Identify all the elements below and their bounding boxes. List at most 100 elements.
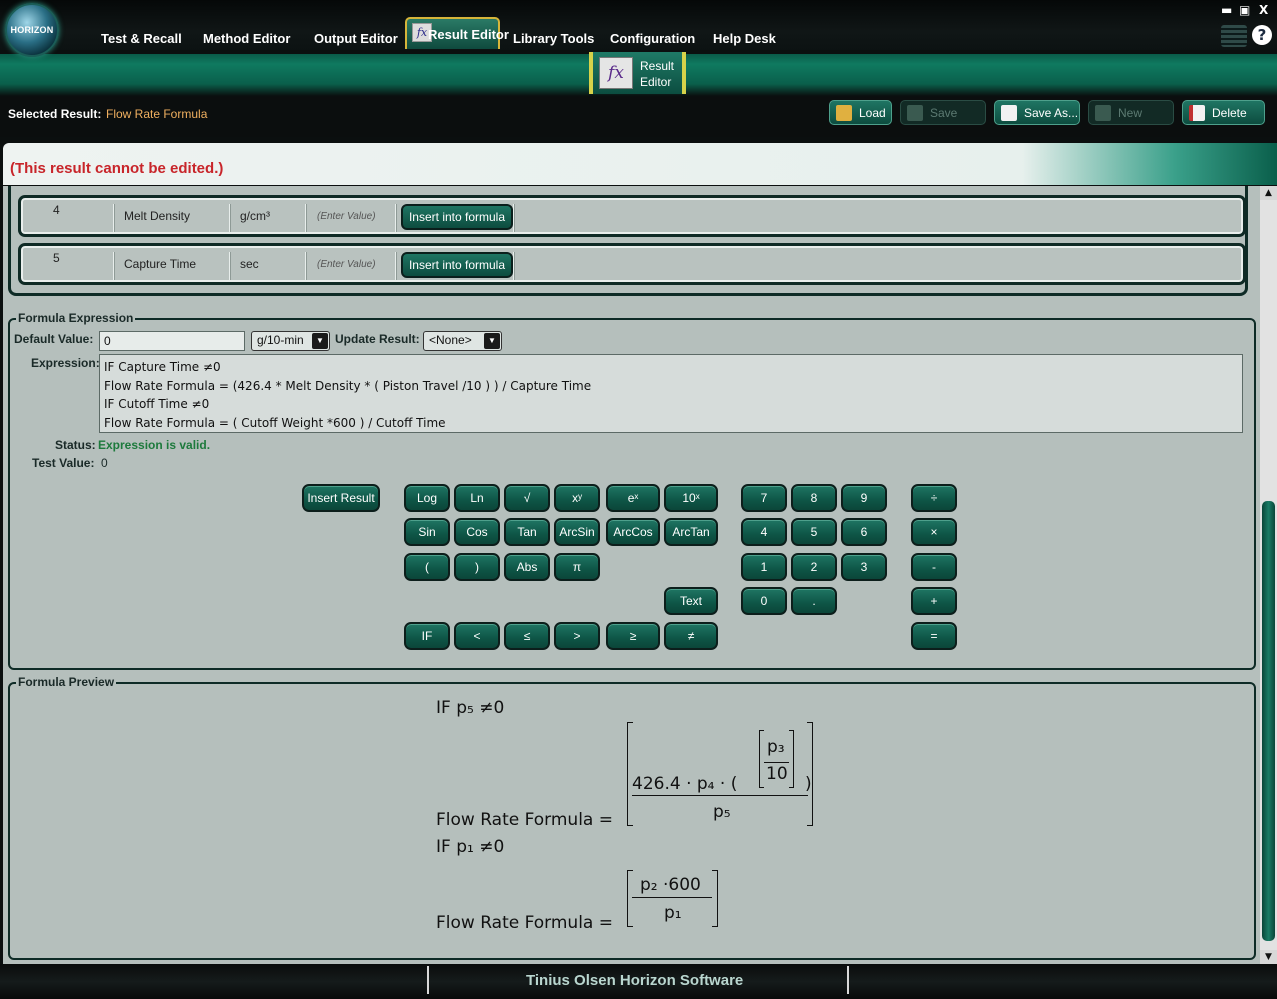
digit-3-button[interactable]: 3 [841,553,887,581]
not-equal-button[interactable]: ≠ [664,622,718,650]
parameter-name: Capture Time [124,257,197,271]
parameter-value-input[interactable]: (Enter Value) [317,198,376,234]
unit-select[interactable]: g/10-min ▼ [251,331,330,351]
greater-than-button[interactable]: > [554,622,600,650]
parameter-unit: sec [240,257,259,271]
arctan-button[interactable]: ArcTan [664,518,718,546]
footer-title: Tinius Olsen Horizon Software [526,972,744,989]
status-value: Expression is valid. [98,438,211,452]
equals-button[interactable]: = [911,622,957,650]
tan-button[interactable]: Tan [504,518,550,546]
insert-into-formula-button[interactable]: Insert into formula [401,204,513,230]
minimize-button[interactable]: ▬ [1221,3,1232,17]
formula-expression-title: Formula Expression [16,311,136,325]
sin-button[interactable]: Sin [404,518,450,546]
preview-numerator-1: 426.4 · p₄ · ( [632,774,738,794]
menu-test-recall[interactable]: Test & Recall [101,31,182,46]
delete-icon [1189,104,1205,121]
formula-preview-group: Formula Preview IF p₅ ≠0 426.4 · p₄ · ( … [8,675,1256,960]
digit-6-button[interactable]: 6 [841,518,887,546]
selected-result-label: Selected Result: [8,107,102,121]
preview-numerator-2: p₂ ·600 [640,875,701,895]
parameter-row-4: 4 Melt Density g/cm³ (Enter Value) Inser… [18,195,1246,237]
save-as-button[interactable]: Save As... [994,100,1080,125]
result-editor-ribbon-button[interactable]: fx Result Editor [589,52,686,94]
preview-inner-denominator: 10 [766,764,788,784]
close-paren-button[interactable]: ) [454,553,500,581]
ten-power-button[interactable]: 10ˣ [664,484,718,512]
expression-label: Expression: [31,356,100,370]
exp-button[interactable]: eˣ [606,484,660,512]
update-result-select[interactable]: <None> ▼ [423,331,502,351]
text-button[interactable]: Text [664,587,718,615]
digit-0-button[interactable]: 0 [741,587,787,615]
preview-close-paren: ) [805,774,812,794]
scroll-down-icon[interactable]: ▼ [1260,950,1277,964]
horizon-logo[interactable]: HORIZON [5,3,59,57]
divide-button[interactable]: ÷ [911,484,957,512]
digit-9-button[interactable]: 9 [841,484,887,512]
read-only-banner: (This result cannot be edited.) [3,143,1277,185]
parameter-index: 4 [53,203,60,217]
less-than-button[interactable]: < [454,622,500,650]
arccos-button[interactable]: ArcCos [606,518,660,546]
help-icon[interactable]: ? [1252,25,1272,45]
decimal-button[interactable]: . [791,587,837,615]
ln-button[interactable]: Ln [454,484,500,512]
pi-button[interactable]: π [554,553,600,581]
selected-result-value: Flow Rate Formula [106,107,208,121]
preview-lhs-2: Flow Rate Formula = [436,913,613,933]
greater-equal-button[interactable]: ≥ [606,622,660,650]
parameters-frame: 4 Melt Density g/cm³ (Enter Value) Inser… [8,186,1248,296]
menu-output-editor[interactable]: Output Editor [314,31,398,46]
default-value-input[interactable]: 0 [99,331,245,351]
formula-preview-title: Formula Preview [16,675,117,689]
insert-result-button[interactable]: Insert Result [302,484,380,512]
multiply-button[interactable]: × [911,518,957,546]
new-icon [1095,104,1111,121]
delete-button[interactable]: Delete [1182,100,1265,125]
parameter-value-input[interactable]: (Enter Value) [317,246,376,282]
restore-button[interactable]: ▣ [1239,3,1250,17]
menu-configuration[interactable]: Configuration [610,31,695,46]
subtract-button[interactable]: - [911,553,957,581]
menu-method-editor[interactable]: Method Editor [203,31,290,46]
new-button[interactable]: New [1088,100,1174,125]
less-equal-button[interactable]: ≤ [504,622,550,650]
expression-textarea[interactable]: IF Capture Time ≠0 Flow Rate Formula = (… [99,354,1243,433]
parameter-row-5: 5 Capture Time sec (Enter Value) Insert … [18,243,1246,285]
scrollbar-thumb[interactable] [1262,501,1275,941]
log-button[interactable]: Log [404,484,450,512]
preview-lhs-1: Flow Rate Formula = [436,810,613,830]
status-label: Status: [55,438,96,452]
digit-1-button[interactable]: 1 [741,553,787,581]
menu-help-desk[interactable]: Help Desk [713,31,776,46]
close-button[interactable]: X [1259,3,1268,17]
digit-7-button[interactable]: 7 [741,484,787,512]
scroll-up-icon[interactable]: ▲ [1260,186,1277,200]
status-bar: Tinius Olsen Horizon Software [0,964,1277,999]
menu-result-editor[interactable]: fx Result Editor [405,17,509,49]
digit-2-button[interactable]: 2 [791,553,837,581]
add-button[interactable]: + [911,587,957,615]
abs-button[interactable]: Abs [504,553,550,581]
keyboard-icon[interactable] [1221,25,1247,47]
title-bar: HORIZON Test & Recall Method Editor Outp… [0,0,1277,57]
selected-result-bar: Selected Result: Flow Rate Formula Load … [0,97,1277,137]
sqrt-button[interactable]: √ [504,484,550,512]
load-button[interactable]: Load [829,100,892,125]
insert-into-formula-button[interactable]: Insert into formula [401,252,513,278]
if-button[interactable]: IF [404,622,450,650]
digit-5-button[interactable]: 5 [791,518,837,546]
menu-library-tools[interactable]: Library Tools [513,31,594,46]
open-paren-button[interactable]: ( [404,553,450,581]
save-button[interactable]: Save [900,100,986,125]
arcsin-button[interactable]: ArcSin [554,518,600,546]
digit-4-button[interactable]: 4 [741,518,787,546]
vertical-scrollbar[interactable]: ▲ ▼ [1260,186,1277,964]
read-only-message: (This result cannot be edited.) [10,160,224,177]
digit-8-button[interactable]: 8 [791,484,837,512]
cos-button[interactable]: Cos [454,518,500,546]
power-button[interactable]: xʸ [554,484,600,512]
chevron-down-icon: ▼ [484,333,500,349]
